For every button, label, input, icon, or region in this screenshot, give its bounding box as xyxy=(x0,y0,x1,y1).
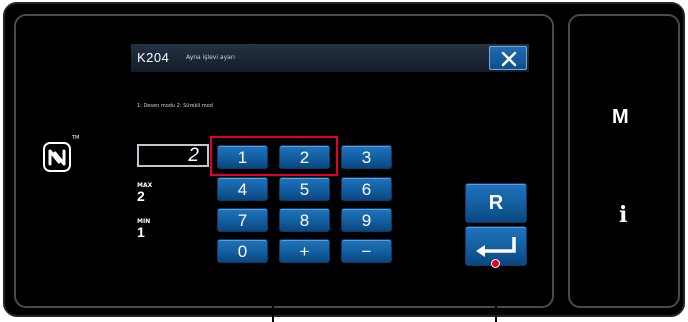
mode-description: 1: Desen modu 2: Sürekli mod xyxy=(137,103,213,109)
key-5[interactable]: 5 xyxy=(279,177,330,201)
keys-callout-line xyxy=(272,176,274,322)
key-3[interactable]: 3 xyxy=(341,145,392,169)
key-6[interactable]: 6 xyxy=(341,177,392,201)
key-plus[interactable]: + xyxy=(279,239,330,263)
reset-button[interactable]: R xyxy=(465,183,527,223)
trademark-mark: TM xyxy=(72,135,80,141)
close-button[interactable] xyxy=(489,46,527,70)
enter-icon xyxy=(476,237,516,257)
info-icon[interactable]: i xyxy=(619,202,627,228)
dialog-code: K204 xyxy=(137,50,170,65)
key-9[interactable]: 9 xyxy=(341,208,392,232)
close-icon xyxy=(501,51,517,67)
dialog-title: Ayna işlevi ayarı xyxy=(186,54,235,61)
dialog-titlebar: K204 Ayna işlevi ayarı xyxy=(131,44,529,72)
mode-button[interactable]: M xyxy=(612,106,629,129)
nfc-icon xyxy=(43,142,71,172)
key-8[interactable]: 8 xyxy=(279,208,330,232)
max-value: 2 xyxy=(137,188,145,204)
value-text: 2 xyxy=(188,145,199,166)
key-0[interactable]: 0 xyxy=(217,239,268,263)
key-7[interactable]: 7 xyxy=(217,208,268,232)
enter-callout-dot xyxy=(491,259,500,268)
keys-highlight-box xyxy=(210,136,338,176)
key-minus[interactable]: − xyxy=(341,239,392,263)
min-value: 1 xyxy=(137,224,145,240)
key-4[interactable]: 4 xyxy=(217,177,268,201)
value-input[interactable]: 2 xyxy=(137,144,209,167)
side-screen xyxy=(568,14,680,308)
enter-callout-line xyxy=(495,266,497,322)
